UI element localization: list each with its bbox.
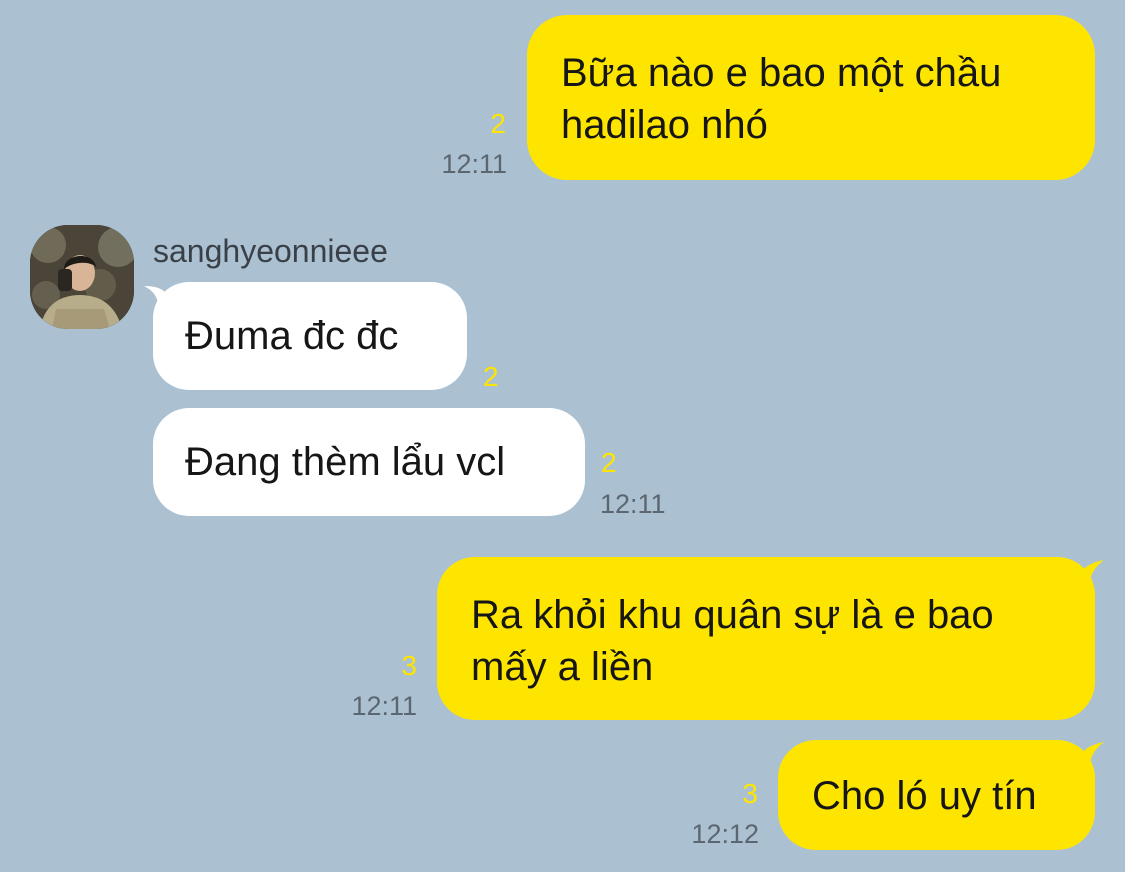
message-timestamp: 12:11 — [600, 489, 666, 519]
message-bubble-outgoing[interactable]: Cho ló uy tín — [778, 740, 1095, 850]
unread-count: 2 — [601, 447, 617, 478]
profile-photo-icon — [30, 225, 134, 329]
message-timestamp: 12:12 — [691, 819, 759, 849]
contact-avatar[interactable] — [30, 225, 134, 329]
message-timestamp: 12:11 — [351, 691, 417, 721]
message-bubble-incoming[interactable]: Đuma đc đc — [153, 282, 467, 390]
sender-name: sanghyeonnieee — [153, 233, 388, 269]
unread-count: 3 — [742, 778, 758, 809]
message-timestamp: 12:11 — [441, 149, 507, 179]
message-bubble-incoming[interactable]: Đang thèm lẩu vcl — [153, 408, 585, 516]
message-bubble-outgoing[interactable]: Bữa nào e bao một chầu hadilao nhó — [527, 15, 1095, 180]
unread-count: 2 — [490, 108, 506, 139]
unread-count: 2 — [483, 361, 499, 392]
unread-count: 3 — [401, 650, 417, 681]
message-bubble-outgoing[interactable]: Ra khỏi khu quân sự là e bao mấy a liền — [437, 557, 1095, 720]
